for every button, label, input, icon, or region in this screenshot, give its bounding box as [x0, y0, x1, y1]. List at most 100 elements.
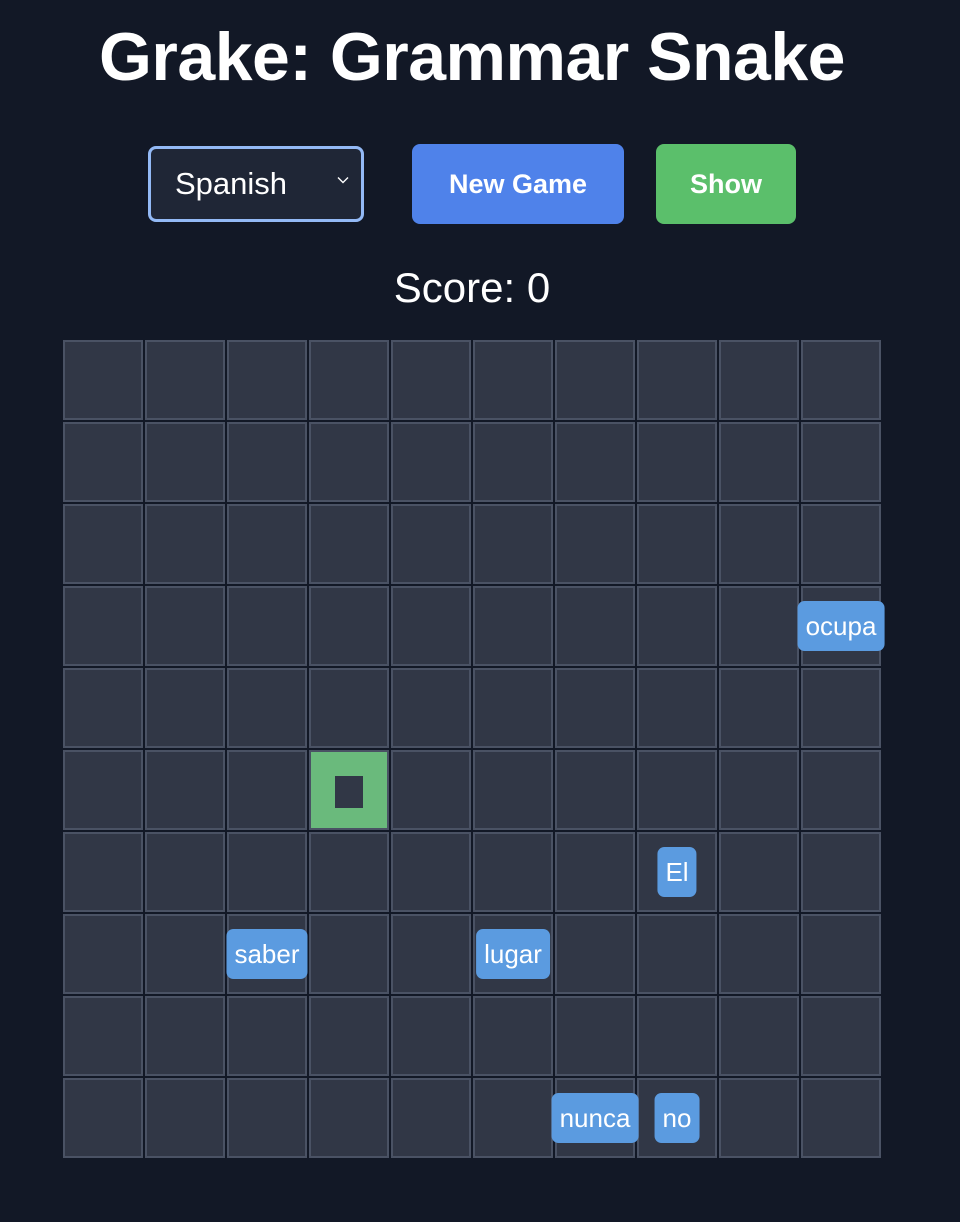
board-cell	[309, 422, 389, 502]
board-cell	[555, 832, 635, 912]
board-cell	[63, 422, 143, 502]
chevron-down-icon	[337, 177, 349, 184]
board-cell	[309, 586, 389, 666]
board-cell	[145, 914, 225, 994]
board-cell	[555, 750, 635, 830]
page-title: Grake: Grammar Snake	[99, 19, 845, 95]
board-cell	[391, 340, 471, 420]
board-cell	[391, 832, 471, 912]
board-cell	[391, 750, 471, 830]
board-cell	[227, 668, 307, 748]
board-cell	[801, 340, 881, 420]
board-cell	[391, 1078, 471, 1158]
snake-head-marker	[335, 776, 363, 808]
board-cell	[227, 996, 307, 1076]
board-cell	[63, 1078, 143, 1158]
board-cell	[145, 340, 225, 420]
board-cell	[719, 422, 799, 502]
board-cell	[145, 504, 225, 584]
board-cell	[555, 914, 635, 994]
board-cell	[637, 340, 717, 420]
board-cell	[473, 832, 553, 912]
board-cell	[309, 668, 389, 748]
language-select[interactable]: Spanish	[148, 146, 364, 222]
board-cell	[719, 1078, 799, 1158]
board-cell	[145, 1078, 225, 1158]
board-cell	[719, 340, 799, 420]
board-cell	[473, 504, 553, 584]
board-cell	[637, 750, 717, 830]
word-tile[interactable]: no	[654, 1093, 700, 1143]
board-cell	[227, 422, 307, 502]
board-cell	[555, 996, 635, 1076]
game-board: ocupa El saber lugar nunca no	[63, 340, 885, 1158]
board-cell	[555, 668, 635, 748]
board-cell	[637, 996, 717, 1076]
new-game-button[interactable]: New Game	[412, 144, 624, 224]
controls-bar: Spanish New Game Show	[0, 144, 960, 224]
board-cell	[63, 504, 143, 584]
board-cell	[309, 914, 389, 994]
board-cell	[63, 750, 143, 830]
show-button[interactable]: Show	[656, 144, 796, 224]
board-cell	[719, 750, 799, 830]
board-cell	[473, 422, 553, 502]
board-cell	[227, 586, 307, 666]
board-cell	[227, 750, 307, 830]
board-cell	[227, 832, 307, 912]
board-cell	[555, 504, 635, 584]
board-cell	[719, 996, 799, 1076]
board-cell	[637, 504, 717, 584]
board-cell	[637, 914, 717, 994]
board-cell	[473, 996, 553, 1076]
board-cell	[719, 586, 799, 666]
board-cell	[801, 750, 881, 830]
board-cell	[145, 668, 225, 748]
board-cell	[309, 832, 389, 912]
board-cell	[309, 996, 389, 1076]
board-cell	[719, 668, 799, 748]
board-cell	[63, 996, 143, 1076]
board-cell	[145, 996, 225, 1076]
board-cell	[63, 914, 143, 994]
board-cell	[801, 832, 881, 912]
word-tile[interactable]: saber	[226, 929, 308, 979]
board-cell	[391, 586, 471, 666]
board-cell	[473, 340, 553, 420]
board-cell	[637, 586, 717, 666]
board-cell	[63, 832, 143, 912]
board-cell	[391, 996, 471, 1076]
board-cell	[227, 504, 307, 584]
board-cell	[555, 340, 635, 420]
board-cell	[391, 422, 471, 502]
board-cell	[473, 586, 553, 666]
board-cell	[145, 422, 225, 502]
board-cell	[719, 504, 799, 584]
board-cell	[227, 340, 307, 420]
board-cell	[801, 1078, 881, 1158]
word-tile[interactable]: lugar	[476, 929, 550, 979]
board-cell	[637, 668, 717, 748]
board-cell	[555, 422, 635, 502]
board-cell	[801, 914, 881, 994]
board-cell	[309, 1078, 389, 1158]
board-cell	[391, 914, 471, 994]
board-cell	[309, 504, 389, 584]
board-cell	[145, 832, 225, 912]
board-cell	[801, 668, 881, 748]
board-cell	[801, 996, 881, 1076]
board-cell	[63, 586, 143, 666]
board-cell	[555, 586, 635, 666]
word-tile[interactable]: nunca	[551, 1093, 639, 1143]
board-cell	[145, 586, 225, 666]
board-cell	[719, 832, 799, 912]
board-cell	[473, 750, 553, 830]
snake-head	[309, 750, 389, 830]
word-tile[interactable]: ocupa	[797, 601, 885, 651]
board-cell	[801, 422, 881, 502]
word-tile[interactable]: El	[657, 847, 697, 897]
score-display: Score: 0	[393, 264, 551, 311]
board-cell	[801, 504, 881, 584]
board-cell	[227, 1078, 307, 1158]
board-cell	[391, 668, 471, 748]
